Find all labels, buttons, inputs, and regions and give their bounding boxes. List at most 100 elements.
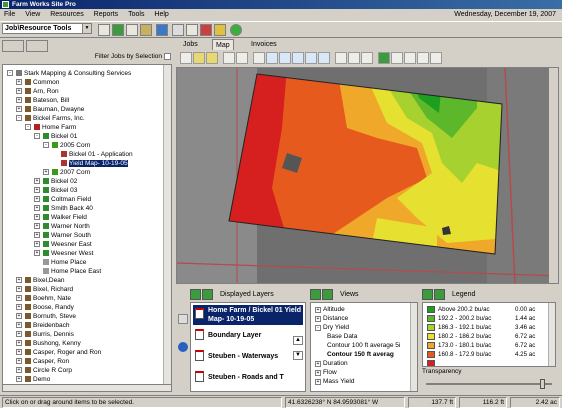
expand-icon[interactable]: + [34, 205, 40, 211]
expand-icon[interactable]: + [16, 313, 22, 319]
tree-item[interactable]: + Demo [16, 375, 50, 384]
filter-checkbox[interactable] [164, 53, 171, 60]
views-scrollbar[interactable] [410, 303, 417, 391]
expand-icon[interactable]: + [34, 187, 40, 193]
view-item[interactable]: - Dry Yield [315, 324, 349, 332]
tree-item[interactable]: + Smith Back 40 [34, 204, 93, 213]
layers-action-icon[interactable] [178, 314, 188, 324]
menu-help[interactable]: Help [154, 11, 168, 18]
tree-item[interactable]: + Circle R Corp [16, 366, 72, 375]
expand-icon[interactable]: + [16, 358, 22, 364]
view-item[interactable]: Contour 100 ft average 5i [327, 342, 400, 350]
tree-item[interactable]: + Boehm, Nate [16, 294, 71, 303]
expand-icon[interactable]: + [16, 340, 22, 346]
tree-item[interactable]: + Casper, Roger and Ron [16, 348, 101, 357]
layers-tool-icon[interactable] [190, 289, 201, 300]
layer-item[interactable]: Steuben - Roads and T [193, 368, 303, 388]
expand-icon[interactable]: + [315, 370, 321, 376]
grid-icon[interactable] [361, 52, 373, 64]
map-canvas[interactable] [177, 68, 559, 284]
tree-item[interactable]: + Casper, Ron [16, 357, 69, 366]
layer-item[interactable]: Steuben - Waterways [193, 347, 303, 367]
expand-icon[interactable]: + [16, 79, 22, 85]
settings-icon[interactable] [430, 52, 442, 64]
tree-item[interactable]: + Burris, Dennis [16, 330, 74, 339]
tree-item[interactable]: +2007 Corn [43, 168, 90, 177]
toolbar-button-5[interactable] [156, 24, 168, 36]
collapse-icon[interactable]: - [34, 133, 40, 139]
menu-file[interactable]: File [4, 11, 15, 18]
collapse-icon[interactable]: - [16, 115, 22, 121]
menu-tools[interactable]: Tools [128, 11, 144, 18]
print-icon[interactable] [417, 52, 429, 64]
layer-item[interactable]: Boundary Layer [193, 326, 303, 346]
info-icon[interactable] [178, 342, 188, 352]
tree-item[interactable]: Yield Map- 10-19-05 [52, 159, 128, 168]
find-icon[interactable] [335, 52, 347, 64]
expand-icon[interactable]: + [34, 250, 40, 256]
expand-icon[interactable]: + [34, 223, 40, 229]
tree-item[interactable]: Bickel 01 - Application [52, 150, 133, 159]
view-item[interactable]: Base Data [327, 333, 357, 341]
tree-item[interactable]: + Bickel 03 [34, 186, 77, 195]
tab-resources[interactable] [26, 40, 48, 52]
toolbar-button-4[interactable] [140, 24, 152, 36]
select-tool-icon[interactable] [193, 52, 205, 64]
expand-icon[interactable]: + [16, 322, 22, 328]
expand-icon[interactable]: + [315, 307, 321, 313]
edit-tool-icon[interactable] [378, 52, 390, 64]
tree-item[interactable]: + Bateson, Bill [16, 96, 69, 105]
draw-tool-icon[interactable] [391, 52, 403, 64]
expand-icon[interactable]: + [315, 379, 321, 385]
legend-tool-icon[interactable] [422, 289, 433, 300]
views-tool-icon[interactable] [322, 289, 333, 300]
map-view[interactable] [176, 67, 559, 284]
expand-icon[interactable]: + [16, 331, 22, 337]
move-down-icon[interactable]: ▼ [293, 351, 303, 360]
map-scrollbar[interactable] [549, 68, 559, 284]
menu-reports[interactable]: Reports [94, 11, 119, 18]
toolbar-button-8[interactable] [200, 24, 212, 36]
transparency-slider[interactable] [426, 379, 552, 389]
expand-icon[interactable]: + [34, 178, 40, 184]
collapse-icon[interactable]: - [7, 70, 13, 76]
tree-item[interactable]: + Boose, Randy [16, 303, 74, 312]
zoom-prev-icon[interactable] [318, 52, 330, 64]
menu-view[interactable]: View [25, 11, 40, 18]
expand-icon[interactable]: + [16, 106, 22, 112]
tree-item[interactable]: - Bickel 01 [34, 132, 77, 141]
view-item[interactable]: + Flow [315, 369, 337, 377]
tree-item[interactable]: + Bornuth, Steve [16, 312, 76, 321]
binoculars-icon[interactable] [348, 52, 360, 64]
tree-item[interactable]: + Breidenbach [16, 321, 70, 330]
tools-combo[interactable]: Job\Resource Tools ▼ [2, 23, 92, 34]
tree-item[interactable]: + Arn, Ron [16, 87, 59, 96]
expand-icon[interactable]: + [315, 316, 321, 322]
toolbar-button-7[interactable] [186, 24, 198, 36]
job-tree[interactable]: - Stark Mapping & Consulting Services + Com… [2, 64, 172, 392]
layers-tool-icon[interactable] [202, 289, 213, 300]
pan-tool-icon[interactable] [223, 52, 235, 64]
move-up-icon[interactable]: ▲ [293, 336, 303, 345]
tree-item[interactable]: Home Place East [34, 267, 101, 276]
tab-jobs[interactable]: Jobs [180, 39, 201, 50]
zoom-in-icon[interactable] [266, 52, 278, 64]
tree-item[interactable]: + Coltman Field [34, 195, 91, 204]
tab-tree[interactable] [2, 40, 24, 52]
expand-icon[interactable]: + [16, 88, 22, 94]
expand-icon[interactable]: + [16, 277, 22, 283]
tree-item[interactable]: Home Place [34, 258, 86, 267]
view-item[interactable]: + Distance [315, 315, 348, 323]
tree-item[interactable]: + Common [16, 78, 59, 87]
hand-tool-icon[interactable] [236, 52, 248, 64]
tree-scrollbar[interactable] [163, 65, 171, 391]
tree-item[interactable]: + Warner South [34, 231, 91, 240]
expand-icon[interactable]: + [34, 232, 40, 238]
tree-hscrollbar[interactable] [2, 384, 172, 392]
expand-icon[interactable]: + [34, 214, 40, 220]
tab-map[interactable]: Map [212, 39, 234, 50]
expand-icon[interactable]: + [43, 169, 49, 175]
expand-icon[interactable]: + [34, 196, 40, 202]
tree-item[interactable]: - Bickel Farms, Inc. [16, 114, 85, 123]
zoom-tool-icon[interactable] [253, 52, 265, 64]
